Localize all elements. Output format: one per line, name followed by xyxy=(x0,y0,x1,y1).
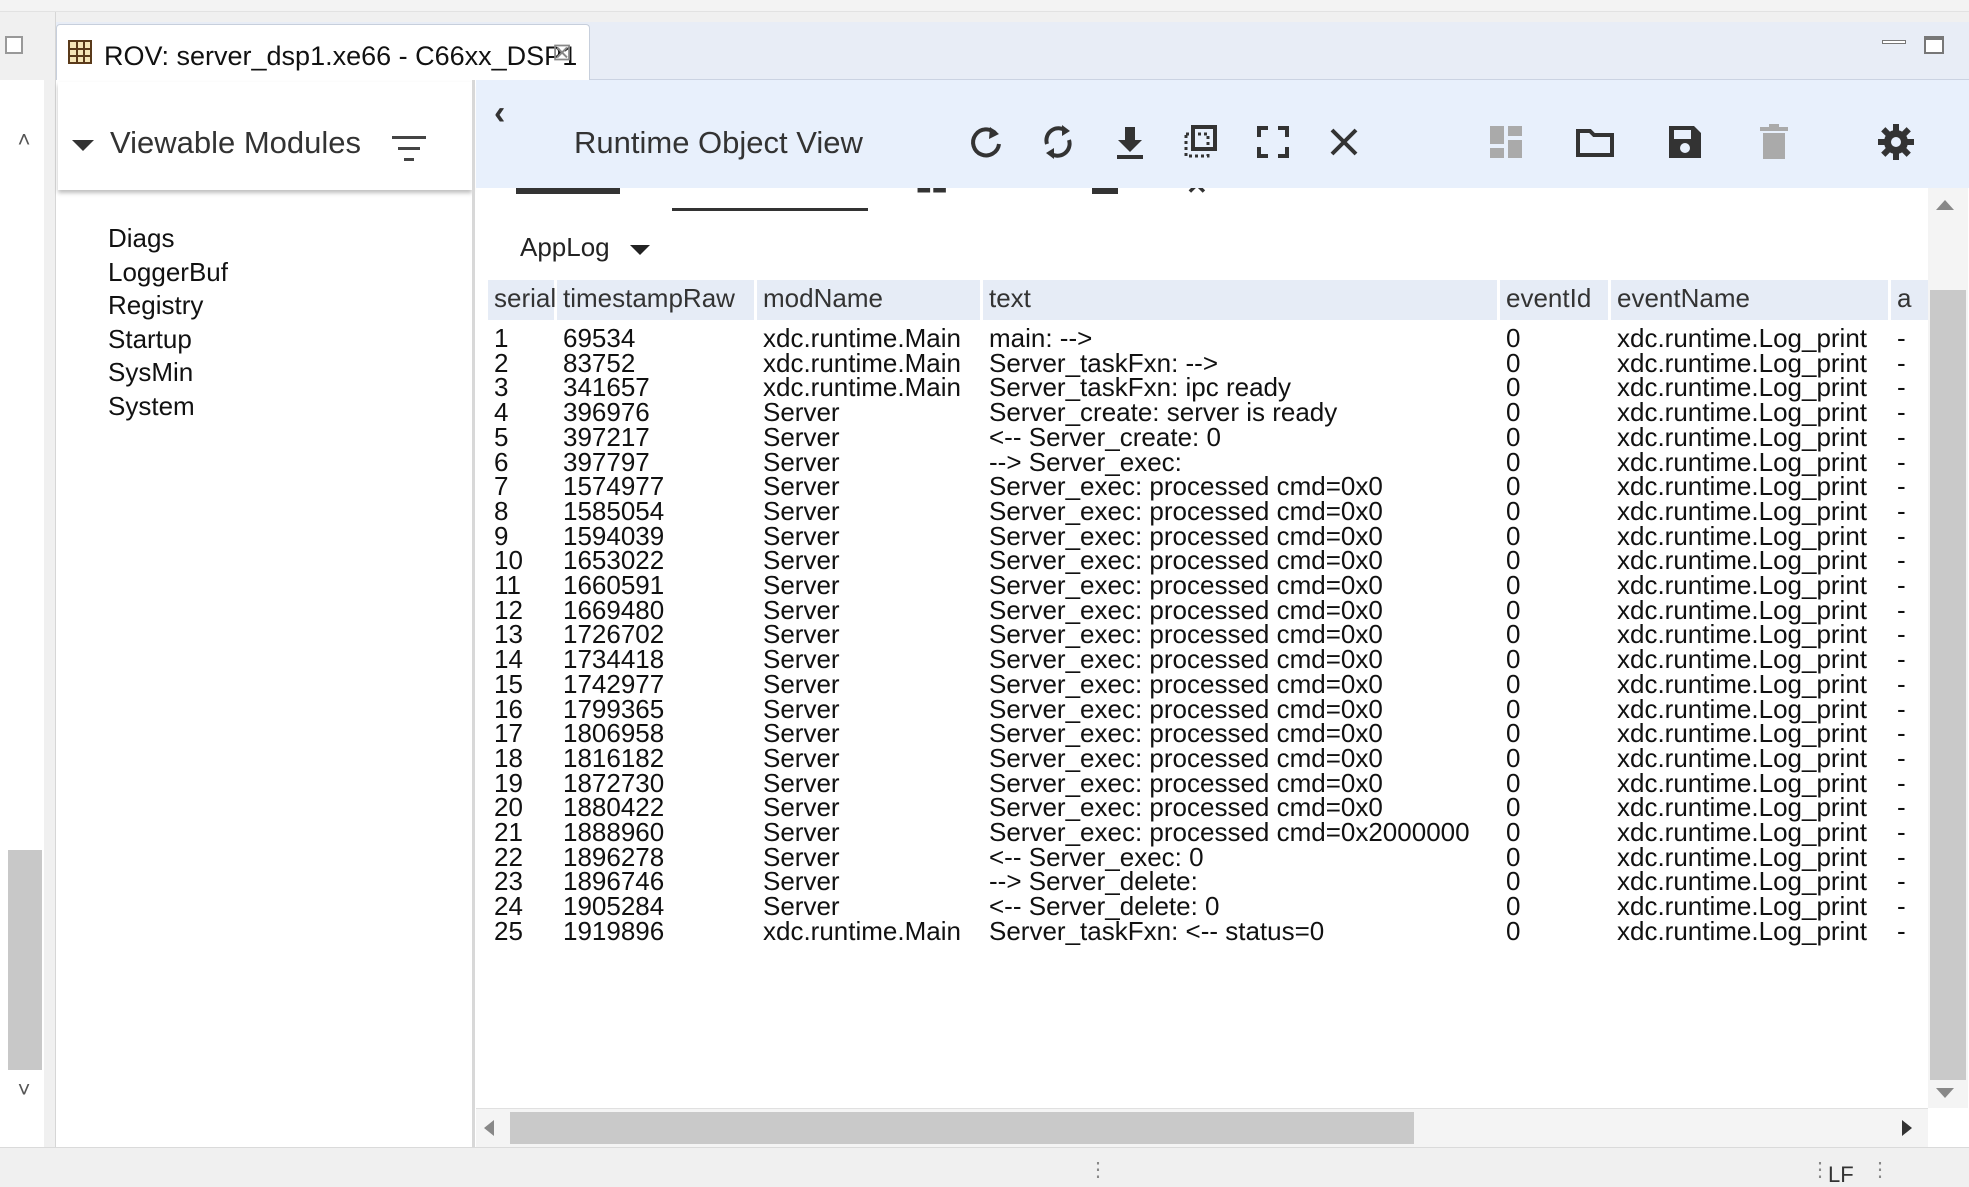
hidden-grid-icon: ■■ xyxy=(916,188,947,201)
download-icon[interactable] xyxy=(1110,122,1150,162)
vertical-scrollbar-thumb[interactable] xyxy=(1930,290,1966,1080)
cell-a: - xyxy=(1897,915,1906,946)
status-bar xyxy=(0,1147,1969,1186)
column-header-serial[interactable]: serial xyxy=(488,280,556,320)
clone-view-icon[interactable] xyxy=(1181,122,1221,162)
logger-select[interactable]: AppLog xyxy=(520,230,610,264)
hidden-refresh-icon: ◠ xyxy=(1006,188,1029,201)
left-scrollbar-thumb[interactable] xyxy=(8,850,42,1070)
minimize-icon[interactable] xyxy=(1882,40,1906,44)
module-item-diags[interactable]: Diags xyxy=(108,222,228,256)
collapse-triangle-icon[interactable] xyxy=(72,140,94,151)
hidden-download-icon: ▬ xyxy=(1092,188,1118,201)
hidden-subtoolbar: ▬▬▬▬ ■■ ◠ ▬ ✕ xyxy=(476,188,1926,202)
status-separator: ⋮ xyxy=(1810,1159,1830,1181)
line-ending-indicator[interactable]: LF xyxy=(1828,1164,1854,1186)
close-icon[interactable] xyxy=(1324,122,1364,162)
status-separator: ⋮ xyxy=(1088,1159,1108,1181)
scroll-right-arrow-icon[interactable] xyxy=(1902,1120,1912,1136)
cell-timestamp: 1919896 xyxy=(563,915,665,946)
settings-icon[interactable] xyxy=(1876,122,1916,162)
module-item-registry[interactable]: Registry xyxy=(108,289,228,323)
refresh-icon[interactable] xyxy=(966,122,1006,162)
table-icon xyxy=(68,40,92,64)
minimized-view-icon[interactable] xyxy=(5,36,23,54)
fullscreen-icon[interactable] xyxy=(1253,122,1293,162)
rov-title: Runtime Object View xyxy=(574,125,863,160)
delete-icon[interactable] xyxy=(1754,122,1794,162)
status-separator: ⋮ xyxy=(1870,1159,1890,1181)
auto-refresh-icon[interactable] xyxy=(1038,122,1078,162)
cell-eventname: xdc.runtime.Log_print xyxy=(1617,915,1868,946)
column-header-eventid[interactable]: eventId xyxy=(1500,280,1608,320)
module-item-system[interactable]: System xyxy=(108,390,228,424)
cell-serial: 25 xyxy=(494,915,523,946)
column-header-a[interactable]: a xyxy=(1891,280,1928,320)
back-chevron-icon[interactable]: ‹ xyxy=(494,96,505,130)
dashboard-icon[interactable] xyxy=(1486,122,1526,162)
scroll-up-arrow-icon[interactable] xyxy=(1936,200,1954,210)
cell-eventid: 0 xyxy=(1506,915,1521,946)
maximize-icon[interactable] xyxy=(1924,36,1944,54)
open-folder-icon[interactable] xyxy=(1575,122,1615,162)
editor-tab-title[interactable]: ROV: server_dsp1.xe66 - C66xx_DSP1 xyxy=(104,40,577,72)
column-header-timestamp[interactable]: timestampRaw xyxy=(557,280,754,320)
module-item-loggerbuf[interactable]: LoggerBuf xyxy=(108,256,228,290)
scroll-down-icon[interactable]: ˅ xyxy=(14,1079,34,1101)
horizontal-scrollbar-thumb[interactable] xyxy=(510,1112,1414,1144)
cell-modname: xdc.runtime.Main xyxy=(763,915,961,946)
module-list: Diags LoggerBuf Registry Startup SysMin … xyxy=(108,222,228,423)
log-table: serial timestampRaw modName text eventId… xyxy=(488,280,1928,1100)
table-header: serial timestampRaw modName text eventId… xyxy=(488,280,1928,320)
cell-text: Server_taskFxn: <-- status=0 xyxy=(989,915,1325,946)
dropdown-caret-icon[interactable] xyxy=(630,245,650,255)
active-view-indicator xyxy=(672,208,868,211)
scroll-up-icon[interactable]: ˄ xyxy=(14,129,34,151)
table-row[interactable]: 25 1919896 xdc.runtime.Main Server_taskFxn:… xyxy=(488,916,1928,947)
column-header-modname[interactable]: modName xyxy=(757,280,980,320)
column-header-eventname[interactable]: eventName xyxy=(1611,280,1888,320)
scroll-left-arrow-icon[interactable] xyxy=(484,1120,494,1136)
hidden-close-icon: ✕ xyxy=(1186,188,1208,201)
filter-icon[interactable] xyxy=(392,136,426,162)
top-strip xyxy=(0,0,1969,12)
tab-close-icon[interactable]: ⊠ xyxy=(552,38,572,68)
save-icon[interactable] xyxy=(1665,122,1705,162)
viewable-modules-title: Viewable Modules xyxy=(110,125,362,160)
scroll-down-arrow-icon[interactable] xyxy=(1936,1088,1954,1098)
hidden-subtoolbar-label: ▬▬▬▬ xyxy=(516,188,620,201)
column-header-text[interactable]: text xyxy=(983,280,1497,320)
pane-splitter[interactable] xyxy=(472,80,475,1147)
module-item-startup[interactable]: Startup xyxy=(108,323,228,357)
module-item-sysmin[interactable]: SysMin xyxy=(108,356,228,390)
